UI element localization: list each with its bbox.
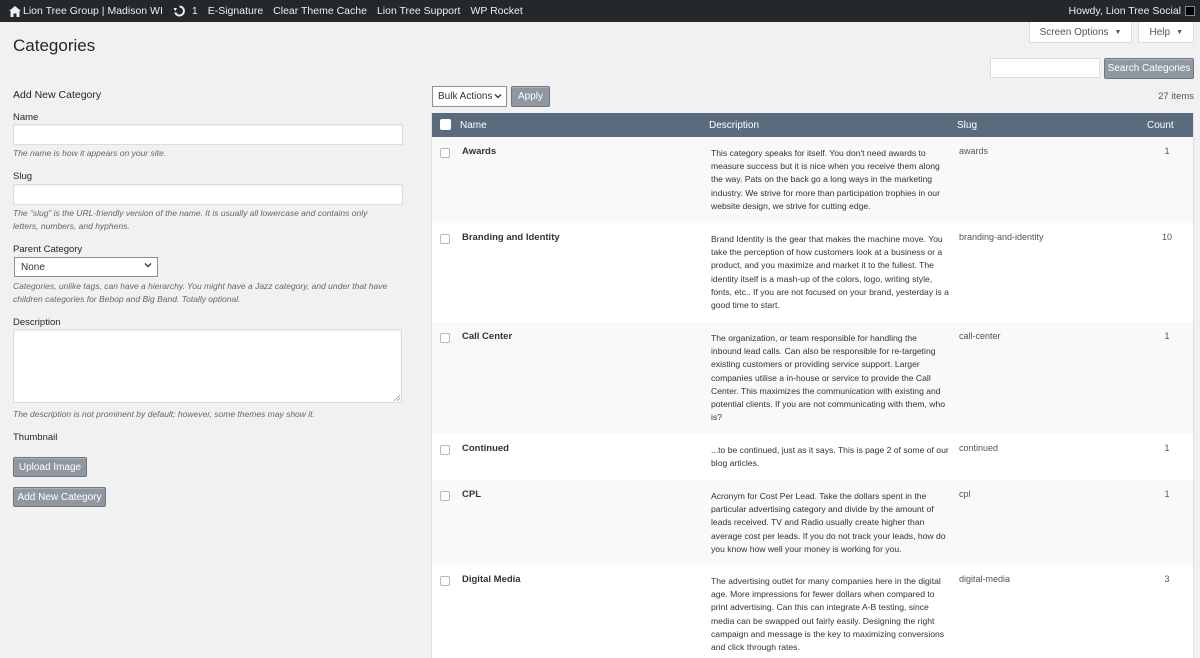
greeting: Howdy, Lion Tree Social — [1068, 5, 1181, 17]
column-count-header[interactable]: Count — [1147, 120, 1174, 131]
row-checkbox[interactable] — [440, 491, 450, 501]
table-row: Branding and Identity Brand Identity is … — [432, 223, 1193, 322]
row-name[interactable]: Awards — [462, 146, 496, 157]
admin-bar-account[interactable]: Howdy, Lion Tree Social — [1064, 5, 1200, 17]
description-label: Description — [13, 317, 61, 328]
row-count[interactable]: 1 — [1152, 331, 1182, 341]
row-slug: cpl — [959, 489, 971, 499]
name-label: Name — [13, 112, 39, 123]
row-slug: call-center — [959, 331, 1001, 341]
bulk-actions-value: Bulk Actions — [438, 91, 493, 102]
slug-hint-line2: letters, numbers, and hyphens. — [13, 221, 130, 231]
row-name[interactable]: Continued — [462, 443, 509, 454]
thumbnail-label: Thumbnail — [13, 432, 58, 443]
admin-bar-esignature[interactable]: E-Signature — [203, 5, 268, 17]
items-count: 27 items — [1158, 91, 1194, 102]
row-checkbox[interactable] — [440, 576, 450, 586]
select-all-checkbox[interactable] — [440, 119, 451, 130]
parent-category-label: Parent Category — [13, 244, 83, 255]
refresh-icon — [173, 5, 185, 17]
column-name-header[interactable]: Name — [460, 120, 487, 131]
description-textarea[interactable] — [13, 329, 402, 403]
chevron-down-icon — [494, 94, 502, 99]
row-count[interactable]: 1 — [1152, 443, 1182, 453]
name-hint: The name is how it appears on your site. — [13, 148, 167, 158]
add-new-category-button[interactable]: Add New Category — [13, 487, 106, 507]
admin-bar: Lion Tree Group | Madison WI 1 E-Signatu… — [0, 0, 1200, 22]
upload-image-button[interactable]: Upload Image — [13, 457, 87, 477]
row-description: The organization, or team responsible fo… — [711, 333, 946, 423]
row-slug: branding-and-identity — [959, 232, 1044, 242]
resize-handle-icon[interactable] — [393, 394, 400, 401]
admin-bar-clear-cache[interactable]: Clear Theme Cache — [268, 5, 372, 17]
table-header: Name Description Slug Count — [432, 113, 1193, 137]
column-slug-header[interactable]: Slug — [957, 120, 977, 131]
row-checkbox[interactable] — [440, 234, 450, 244]
caret-down-icon: ▼ — [1176, 28, 1183, 36]
slug-hint-line1: The “slug” is the URL-friendly version o… — [13, 208, 368, 218]
caret-down-icon: ▼ — [1114, 28, 1122, 36]
table-row: CPL Acronym for Cost Per Lead. Take the … — [432, 480, 1193, 565]
row-slug: awards — [959, 146, 989, 156]
form-heading: Add New Category — [13, 89, 102, 101]
row-count[interactable]: 1 — [1152, 489, 1182, 499]
column-description-header: Description — [709, 120, 760, 131]
table-row: Digital Media The advertising outlet for… — [432, 565, 1193, 658]
screen-options-button[interactable]: Screen Options ▼ — [1028, 22, 1133, 43]
row-slug: continued — [959, 443, 999, 453]
home-icon — [9, 5, 21, 17]
help-label: Help — [1149, 26, 1171, 38]
bulk-actions-select[interactable]: Bulk Actions — [432, 86, 507, 107]
updates-count: 1 — [191, 5, 198, 17]
search-input[interactable] — [990, 58, 1100, 78]
row-checkbox[interactable] — [440, 445, 450, 455]
search-categories-button[interactable]: Search Categories — [1104, 58, 1194, 79]
description-hint: The description is not prominent by defa… — [13, 409, 315, 419]
screen-options-label: Screen Options — [1039, 26, 1109, 38]
avatar — [1185, 6, 1195, 16]
slug-label: Slug — [13, 171, 33, 182]
row-checkbox[interactable] — [440, 148, 450, 158]
row-count[interactable]: 1 — [1152, 146, 1182, 156]
page-title: Categories — [13, 36, 96, 55]
admin-bar-wp-rocket[interactable]: WP Rocket — [465, 5, 527, 17]
admin-bar-support[interactable]: Lion Tree Support — [372, 5, 465, 17]
parent-category-select[interactable]: None — [14, 257, 158, 277]
row-description: Acronym for Cost Per Lead. Take the doll… — [711, 491, 946, 554]
row-name[interactable]: Call Center — [462, 331, 512, 342]
table-row: Continued ...to be continued, just as it… — [432, 434, 1193, 480]
help-button[interactable]: Help ▼ — [1138, 22, 1194, 43]
table-row: Call Center The organization, or team re… — [432, 322, 1193, 434]
row-name[interactable]: Branding and Identity — [462, 232, 560, 243]
apply-button[interactable]: Apply — [511, 86, 550, 107]
categories-table: Name Description Slug Count Awards This … — [431, 113, 1194, 658]
parent-hint-line1: Categories, unlike tags, can have a hier… — [13, 281, 388, 291]
row-count[interactable]: 10 — [1152, 232, 1182, 242]
admin-bar-updates[interactable]: 1 — [168, 5, 203, 17]
row-name[interactable]: Digital Media — [462, 574, 521, 585]
row-checkbox[interactable] — [440, 333, 450, 343]
row-slug: digital-media — [959, 574, 1011, 584]
row-description: ...to be continued, just as it says. Thi… — [711, 445, 949, 469]
row-description: The advertising outlet for many companie… — [711, 576, 945, 653]
row-description: Brand Identity is the gear that makes th… — [711, 234, 949, 311]
name-field[interactable] — [13, 124, 403, 145]
site-name: Lion Tree Group | Madison WI — [23, 5, 163, 17]
slug-field[interactable] — [13, 184, 403, 205]
admin-bar-site[interactable]: Lion Tree Group | Madison WI — [0, 5, 168, 17]
chevron-down-icon — [144, 263, 152, 268]
row-description: This category speaks for itself. You don… — [711, 148, 940, 211]
parent-hint-line2: children categories for Bebop and Big Ba… — [13, 294, 241, 304]
parent-category-value: None — [21, 261, 45, 273]
row-name[interactable]: CPL — [462, 489, 481, 500]
table-row: Awards This category speaks for itself. … — [432, 137, 1193, 223]
row-count[interactable]: 3 — [1152, 574, 1182, 584]
